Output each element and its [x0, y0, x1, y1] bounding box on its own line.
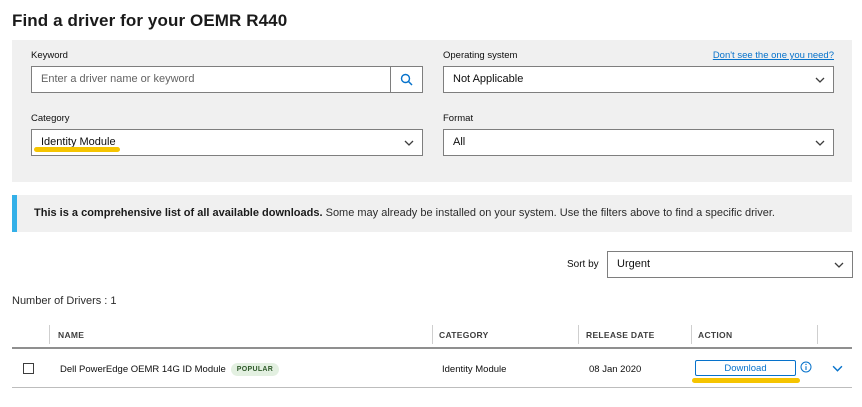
- header-name[interactable]: NAME: [58, 330, 84, 340]
- category-label: Category: [31, 113, 70, 124]
- chevron-down-icon: [815, 77, 825, 83]
- download-button[interactable]: Download: [695, 360, 796, 376]
- popular-badge: POPULAR: [230, 363, 280, 376]
- chevron-down-icon: [404, 140, 414, 146]
- chevron-down-icon: [834, 262, 844, 268]
- os-value: Not Applicable: [453, 73, 524, 85]
- column-divider: [578, 325, 579, 344]
- chevron-down-icon[interactable]: [832, 363, 843, 374]
- keyword-field[interactable]: Enter a driver name or keyword: [31, 66, 423, 93]
- search-button[interactable]: [390, 67, 422, 92]
- format-value: All: [453, 136, 466, 148]
- header-release-date[interactable]: RELEASE DATE: [586, 330, 655, 340]
- category-highlight-mark: [34, 147, 120, 152]
- category-cell: Identity Module: [442, 364, 507, 375]
- os-label: Operating system: [443, 50, 518, 61]
- driver-name-cell[interactable]: Dell PowerEdge OEMR 14G ID Module POPULAR: [60, 363, 280, 376]
- header-action: ACTION: [698, 330, 733, 340]
- sort-label: Sort by: [567, 259, 599, 270]
- header-category[interactable]: CATEGORY: [439, 330, 489, 340]
- notice-bold: This is a comprehensive list of all avai…: [34, 207, 323, 219]
- driver-count: Number of Drivers : 1: [12, 295, 117, 307]
- format-select[interactable]: All: [443, 129, 834, 156]
- format-label: Format: [443, 113, 474, 124]
- info-notice: This is a comprehensive list of all avai…: [12, 195, 852, 232]
- chevron-down-icon: [815, 140, 825, 146]
- driver-name[interactable]: Dell PowerEdge OEMR 14G ID Module: [60, 364, 226, 375]
- os-select[interactable]: Not Applicable: [443, 66, 834, 93]
- keyword-placeholder: Enter a driver name or keyword: [41, 73, 195, 85]
- search-icon: [400, 73, 413, 86]
- filter-panel: Keyword Enter a driver name or keyword O…: [12, 40, 852, 182]
- notice-text: Some may already be installed on your sy…: [322, 207, 775, 219]
- table-header: NAME CATEGORY RELEASE DATE ACTION: [12, 322, 852, 349]
- column-divider: [691, 325, 692, 344]
- release-date-cell: 08 Jan 2020: [589, 364, 642, 375]
- keyword-label: Keyword: [31, 50, 68, 61]
- column-divider: [432, 325, 433, 344]
- column-divider: [49, 325, 50, 344]
- column-divider: [817, 325, 818, 344]
- download-highlight-mark: [692, 378, 800, 383]
- dont-see-link[interactable]: Don't see the one you need?: [713, 50, 834, 61]
- sort-select[interactable]: Urgent: [607, 251, 853, 278]
- page-title: Find a driver for your OEMR R440: [12, 11, 288, 30]
- row-checkbox[interactable]: [23, 363, 34, 374]
- info-icon[interactable]: [800, 361, 812, 373]
- sort-value: Urgent: [617, 258, 651, 270]
